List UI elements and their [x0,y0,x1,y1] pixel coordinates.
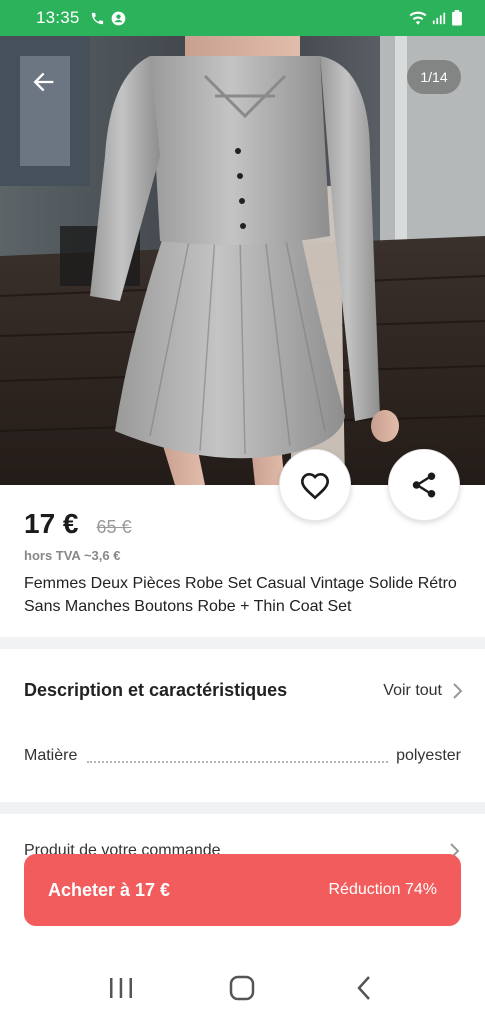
section-divider [0,637,485,649]
back-button[interactable] [24,62,64,102]
system-navigation-bar [0,952,485,1024]
attribute-value: polyester [396,747,461,764]
signal-icon [432,12,446,25]
dotted-leader [87,755,389,763]
section-divider [0,802,485,814]
recent-apps-icon [109,978,132,998]
home-icon [230,975,255,1001]
see-all-link[interactable]: Voir tout [383,682,464,700]
battery-icon [452,10,462,26]
recent-apps-button[interactable] [91,963,151,1013]
product-image-gallery[interactable]: 1/14 [0,36,485,485]
description-header: Description et caractéristiques Voir tou… [24,680,464,701]
heart-outline-icon [300,472,330,500]
attribute-name: Matière [24,747,78,764]
account-icon [111,11,125,25]
buy-button[interactable]: Acheter à 17 € Réduction 74% [24,854,461,926]
buy-button-label: Acheter à 17 € [48,879,171,900]
discount-label: Réduction 74% [328,881,437,898]
description-title: Description et caractéristiques [24,680,288,700]
current-price: 17 € [24,508,79,539]
arrow-left-icon [33,72,54,92]
phone-icon [91,12,103,24]
attribute-row: Matière polyester [24,747,461,765]
image-page-indicator: 1/14 [407,60,461,94]
back-icon [357,976,371,1000]
status-icons-left [90,11,126,26]
price-excluding-vat: hors TVA ~3,6 € [24,548,121,563]
wifi-icon [409,11,427,25]
status-time: 13:35 [36,8,80,27]
old-price: 65 € [96,517,132,537]
home-button[interactable] [212,963,272,1013]
chevron-right-icon [453,682,463,699]
price-block: 17 € 65 € hors TVA ~3,6 € Femmes Deux Pi… [24,508,464,618]
share-icon [412,472,436,498]
nav-back-button[interactable] [334,963,394,1013]
product-title: Femmes Deux Pièces Robe Set Casual Vinta… [24,575,457,615]
status-bar: 13:35 [0,0,485,36]
status-icons-right [409,10,463,26]
see-all-label: Voir tout [383,681,442,699]
product-photo [0,36,485,485]
price-row: 17 € 65 € [24,508,464,540]
